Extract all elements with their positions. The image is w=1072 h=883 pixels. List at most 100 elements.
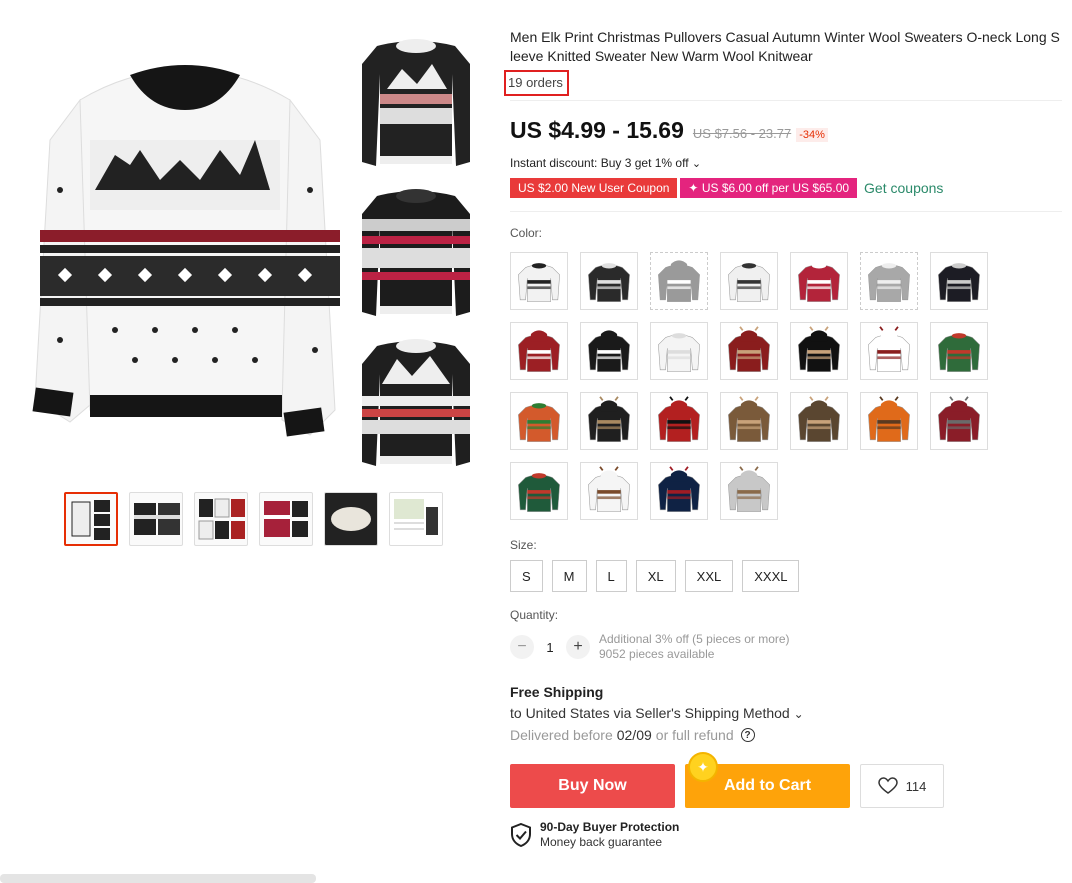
sweater-icon (938, 396, 980, 442)
shipping-method[interactable]: to United States via Seller's Shipping M… (510, 705, 1062, 721)
get-coupons-link[interactable]: Get coupons (864, 180, 943, 196)
sweater-icon (798, 326, 840, 372)
sweater-icon (518, 403, 560, 442)
pieces-available: 9052 pieces available (599, 647, 715, 661)
color-swatch-23[interactable] (580, 462, 638, 520)
sweater-icon (868, 263, 910, 302)
coin-icon: ✦ (688, 752, 718, 782)
original-price: US $7.56 - 23.77 (692, 126, 792, 141)
sweater-icon (798, 396, 840, 442)
instant-discount-text: Instant discount: Buy 3 get 1% off (510, 156, 689, 170)
size-option-s[interactable]: S (510, 560, 543, 592)
color-swatch-1[interactable] (510, 252, 568, 310)
color-swatch-16[interactable] (580, 392, 638, 450)
delivered-prefix: Delivered before (510, 727, 613, 743)
sweater-icon (938, 263, 980, 302)
quantity-input[interactable]: 1 (534, 640, 566, 655)
side-thumb-image-1[interactable] (352, 34, 480, 174)
size-option-xxxl[interactable]: XXXL (742, 560, 800, 592)
color-swatch-15[interactable] (510, 392, 568, 450)
divider (510, 211, 1062, 212)
gallery-thumbnail-4[interactable] (259, 492, 313, 546)
buy-now-button[interactable]: Buy Now (510, 764, 675, 808)
side-thumb-image-2[interactable] (352, 184, 480, 324)
color-swatch-17[interactable] (650, 392, 708, 450)
color-swatch-14[interactable] (930, 322, 988, 380)
chevron-down-icon: ⌄ (691, 158, 702, 170)
sweater-icon (658, 256, 700, 302)
size-option-l[interactable]: L (595, 560, 627, 592)
store-coupon[interactable]: ✦ US $6.00 off per US $65.00 (680, 178, 858, 198)
buyer-protection-title: 90-Day Buyer Protection (540, 820, 680, 834)
gallery-thumbnail-2[interactable] (129, 492, 183, 546)
sweater-icon (658, 466, 700, 512)
color-label: Color: (510, 226, 543, 240)
sweater-icon (728, 326, 770, 372)
sweater-icon (938, 333, 980, 372)
color-swatch-4[interactable] (720, 252, 778, 310)
wishlist-button[interactable]: 114 (860, 764, 944, 808)
size-option-xxl[interactable]: XXL (684, 560, 734, 592)
price-range: US $4.99 - 15.69 (510, 117, 684, 143)
color-swatch-19[interactable] (790, 392, 848, 450)
sweater-icon (518, 263, 560, 302)
sweater-icon (728, 466, 770, 512)
delivered-date: 02/09 (616, 727, 652, 743)
delivery-estimate: Delivered before 02/09 or full refund ? (510, 727, 1062, 743)
color-swatch-2[interactable] (580, 252, 638, 310)
gallery-thumbnail-3[interactable] (194, 492, 248, 546)
quantity-label: Quantity: (510, 608, 559, 622)
color-swatch-10[interactable] (650, 322, 708, 380)
size-label: Size: (510, 538, 537, 552)
sweater-icon (728, 396, 770, 442)
heart-icon (877, 777, 898, 794)
color-swatch-13[interactable] (860, 322, 918, 380)
color-swatch-9[interactable] (580, 322, 638, 380)
color-swatch-6[interactable] (860, 252, 918, 310)
sweater-icon (868, 396, 910, 442)
sweater-icon (728, 263, 770, 302)
sweater-icon (588, 263, 630, 302)
color-swatch-20[interactable] (860, 392, 918, 450)
discount-badge: -34% (796, 128, 828, 142)
gallery-thumbnail-6[interactable] (389, 492, 443, 546)
shipping-method-text: to United States via Seller's Shipping M… (510, 705, 790, 721)
color-swatch-18[interactable] (720, 392, 778, 450)
quantity-increase-button[interactable]: + (566, 635, 590, 659)
color-swatch-7[interactable] (930, 252, 988, 310)
horizontal-scrollbar[interactable] (0, 874, 316, 883)
color-swatch-8[interactable] (510, 322, 568, 380)
shield-check-icon (511, 822, 531, 847)
size-option-m[interactable]: M (551, 560, 587, 592)
new-user-coupon[interactable]: US $2.00 New User Coupon (510, 178, 678, 198)
size-options: S M L XL XXL XXXL (510, 560, 1062, 592)
color-swatch-24[interactable] (650, 462, 708, 520)
shipping-title: Free Shipping (510, 684, 604, 700)
main-product-image[interactable] (20, 30, 350, 470)
color-swatch-11[interactable] (720, 322, 778, 380)
color-swatch-25[interactable] (720, 462, 778, 520)
color-swatch-5[interactable] (790, 252, 848, 310)
orders-highlight-box: 19 orders (504, 70, 569, 96)
sweater-icon (588, 326, 630, 372)
instant-discount[interactable]: Instant discount: Buy 3 get 1% off ⌄ (510, 156, 1062, 170)
orders-count: 19 orders (508, 75, 563, 90)
sweater-icon (588, 396, 630, 442)
chevron-down-icon: ⌄ (793, 707, 804, 721)
gallery-thumbnail-5[interactable] (324, 492, 378, 546)
side-thumb-image-3[interactable] (352, 334, 480, 474)
bulk-discount-note: Additional 3% off (5 pieces or more) (599, 632, 790, 646)
help-icon[interactable]: ? (740, 728, 755, 742)
size-option-xl[interactable]: XL (635, 560, 676, 592)
gallery-thumbnail-1[interactable] (64, 492, 118, 546)
color-swatch-12[interactable] (790, 322, 848, 380)
color-swatch-3[interactable] (650, 252, 708, 310)
sparkle-icon: ✦ (688, 181, 699, 195)
store-coupon-text: US $6.00 off per US $65.00 (701, 181, 850, 195)
sweater-icon (518, 326, 560, 372)
color-swatch-21[interactable] (930, 392, 988, 450)
buyer-protection-subtitle: Money back guarantee (540, 835, 663, 849)
quantity-decrease-button[interactable]: − (510, 635, 534, 659)
sweater-icon (518, 473, 560, 512)
color-swatch-22[interactable] (510, 462, 568, 520)
